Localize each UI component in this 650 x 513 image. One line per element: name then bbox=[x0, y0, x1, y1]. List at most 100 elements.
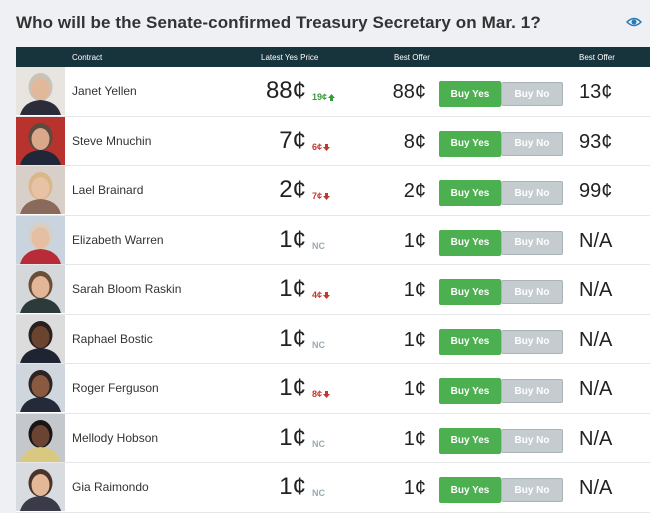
arrow-up-icon bbox=[328, 94, 336, 101]
buy-no-button[interactable]: Buy No bbox=[501, 478, 563, 502]
table-row: Sarah Bloom Raskin 1¢ 4¢ 1¢ Buy Yes Buy … bbox=[16, 265, 650, 315]
buy-yes-button[interactable]: Buy Yes bbox=[439, 427, 501, 454]
latest-yes-price: 1¢ bbox=[279, 225, 306, 253]
contracts-table: Contract Latest Yes Price Best Offer Bes… bbox=[16, 47, 650, 513]
latest-yes-price: 1¢ bbox=[279, 374, 306, 401]
table-row: Steve Mnuchin 7¢ 6¢ 8¢ Buy Yes Buy No 93… bbox=[16, 116, 650, 166]
arrow-down-icon bbox=[323, 193, 331, 200]
latest-yes-price: 1¢ bbox=[279, 324, 306, 352]
price-change-value: 4¢ bbox=[312, 290, 323, 300]
price-change: 6¢ bbox=[312, 141, 331, 152]
buy-yes-button[interactable]: Buy Yes bbox=[439, 81, 501, 107]
table-row: Gia Raimondo 1¢ NC 1¢ Buy Yes Buy No N/A bbox=[16, 463, 650, 513]
avatar[interactable] bbox=[16, 215, 65, 264]
table-row: Raphael Bostic 1¢ NC 1¢ Buy Yes Buy No N… bbox=[16, 314, 650, 364]
price-change: NC bbox=[312, 439, 325, 449]
latest-yes-price: 1¢ bbox=[279, 423, 306, 451]
best-offer-no: N/A bbox=[579, 279, 613, 301]
price-change: 19¢ bbox=[312, 92, 336, 102]
latest-yes-price: 1¢ bbox=[279, 473, 306, 500]
best-offer-no: N/A bbox=[579, 328, 613, 351]
best-offer-no: 93¢ bbox=[579, 130, 613, 153]
buy-no-button[interactable]: Buy No bbox=[501, 280, 563, 304]
contract-name[interactable]: Steve Mnuchin bbox=[72, 134, 151, 148]
contract-name[interactable]: Elizabeth Warren bbox=[72, 233, 164, 247]
latest-yes-price: 1¢ bbox=[279, 275, 306, 302]
buy-yes-button[interactable]: Buy Yes bbox=[439, 477, 501, 503]
buy-no-button[interactable]: Buy No bbox=[501, 329, 563, 354]
best-offer-yes: 88¢ bbox=[392, 81, 426, 103]
buy-no-button[interactable]: Buy No bbox=[501, 131, 563, 156]
contract-name[interactable]: Raphael Bostic bbox=[72, 332, 153, 346]
best-offer-no: N/A bbox=[579, 477, 613, 499]
market-title: Who will be the Senate-confirmed Treasur… bbox=[16, 13, 541, 32]
price-change-value: 19¢ bbox=[312, 92, 328, 102]
table-row: Janet Yellen 88¢ 19¢ 88¢ Buy Yes Buy No … bbox=[16, 67, 650, 117]
best-offer-no: 13¢ bbox=[579, 81, 613, 103]
arrow-down-icon bbox=[323, 143, 331, 151]
price-change-value: 7¢ bbox=[312, 191, 323, 201]
contract-name[interactable]: Gia Raimondo bbox=[72, 480, 149, 494]
best-offer-yes: 8¢ bbox=[403, 130, 426, 153]
best-offer-yes: 1¢ bbox=[403, 229, 426, 252]
best-offer-yes: 1¢ bbox=[403, 328, 426, 351]
avatar[interactable] bbox=[16, 314, 65, 363]
buy-yes-button[interactable]: Buy Yes bbox=[439, 130, 501, 157]
best-offer-yes: 1¢ bbox=[403, 279, 426, 301]
price-change: NC bbox=[312, 241, 325, 251]
buy-no-button[interactable]: Buy No bbox=[501, 428, 563, 453]
table-header: Contract Latest Yes Price Best Offer Bes… bbox=[16, 47, 650, 67]
avatar[interactable] bbox=[16, 463, 65, 511]
contract-name[interactable]: Sarah Bloom Raskin bbox=[72, 282, 181, 296]
best-offer-no: 99¢ bbox=[579, 180, 613, 202]
avatar[interactable] bbox=[16, 364, 65, 412]
avatar[interactable] bbox=[16, 67, 65, 115]
avatar[interactable] bbox=[16, 116, 65, 165]
price-change: NC bbox=[312, 488, 325, 498]
header-contract: Contract bbox=[72, 53, 103, 62]
best-offer-no: N/A bbox=[579, 229, 613, 252]
best-offer-yes: 1¢ bbox=[403, 477, 426, 499]
contract-name[interactable]: Lael Brainard bbox=[72, 183, 143, 197]
price-change: NC bbox=[312, 340, 325, 350]
table-row: Mellody Hobson 1¢ NC 1¢ Buy Yes Buy No N… bbox=[16, 413, 650, 463]
table-body: Janet Yellen 88¢ 19¢ 88¢ Buy Yes Buy No … bbox=[16, 67, 650, 513]
best-offer-yes: 1¢ bbox=[403, 427, 426, 450]
contract-name[interactable]: Mellody Hobson bbox=[72, 431, 158, 445]
avatar[interactable] bbox=[16, 166, 65, 214]
price-change-value: NC bbox=[312, 339, 325, 350]
price-change-value: 6¢ bbox=[312, 141, 323, 152]
buy-no-button[interactable]: Buy No bbox=[501, 230, 563, 255]
buy-yes-button[interactable]: Buy Yes bbox=[439, 279, 501, 305]
latest-yes-price: 2¢ bbox=[279, 176, 306, 203]
best-offer-no: N/A bbox=[579, 378, 613, 400]
avatar[interactable] bbox=[16, 265, 65, 313]
arrow-down-icon bbox=[323, 292, 331, 299]
best-offer-yes: 1¢ bbox=[403, 378, 426, 400]
buy-no-button[interactable]: Buy No bbox=[501, 181, 563, 205]
buy-no-button[interactable]: Buy No bbox=[501, 379, 563, 403]
latest-yes-price: 7¢ bbox=[279, 126, 306, 154]
table-row: Elizabeth Warren 1¢ NC 1¢ Buy Yes Buy No… bbox=[16, 215, 650, 265]
eye-icon[interactable] bbox=[626, 15, 642, 29]
best-offer-no: N/A bbox=[579, 427, 613, 450]
buy-no-button[interactable]: Buy No bbox=[501, 82, 563, 106]
header-latest-yes-price: Latest Yes Price bbox=[261, 53, 319, 62]
price-change: 4¢ bbox=[312, 290, 331, 300]
buy-yes-button[interactable]: Buy Yes bbox=[439, 229, 501, 256]
avatar[interactable] bbox=[16, 413, 65, 462]
arrow-down-icon bbox=[323, 391, 331, 398]
price-change-value: 8¢ bbox=[312, 389, 323, 399]
table-row: Roger Ferguson 1¢ 8¢ 1¢ Buy Yes Buy No N… bbox=[16, 364, 650, 414]
header-best-offer-yes: Best Offer bbox=[394, 53, 430, 62]
contract-name[interactable]: Roger Ferguson bbox=[72, 381, 159, 395]
buy-yes-button[interactable]: Buy Yes bbox=[439, 378, 501, 404]
buy-yes-button[interactable]: Buy Yes bbox=[439, 328, 501, 355]
header-best-offer-no: Best Offer bbox=[579, 53, 615, 62]
price-change-value: NC bbox=[312, 438, 325, 449]
price-change-value: NC bbox=[312, 240, 325, 251]
best-offer-yes: 2¢ bbox=[403, 180, 426, 202]
contract-name[interactable]: Janet Yellen bbox=[72, 84, 137, 98]
buy-yes-button[interactable]: Buy Yes bbox=[439, 180, 501, 206]
latest-yes-price: 88¢ bbox=[265, 77, 306, 104]
